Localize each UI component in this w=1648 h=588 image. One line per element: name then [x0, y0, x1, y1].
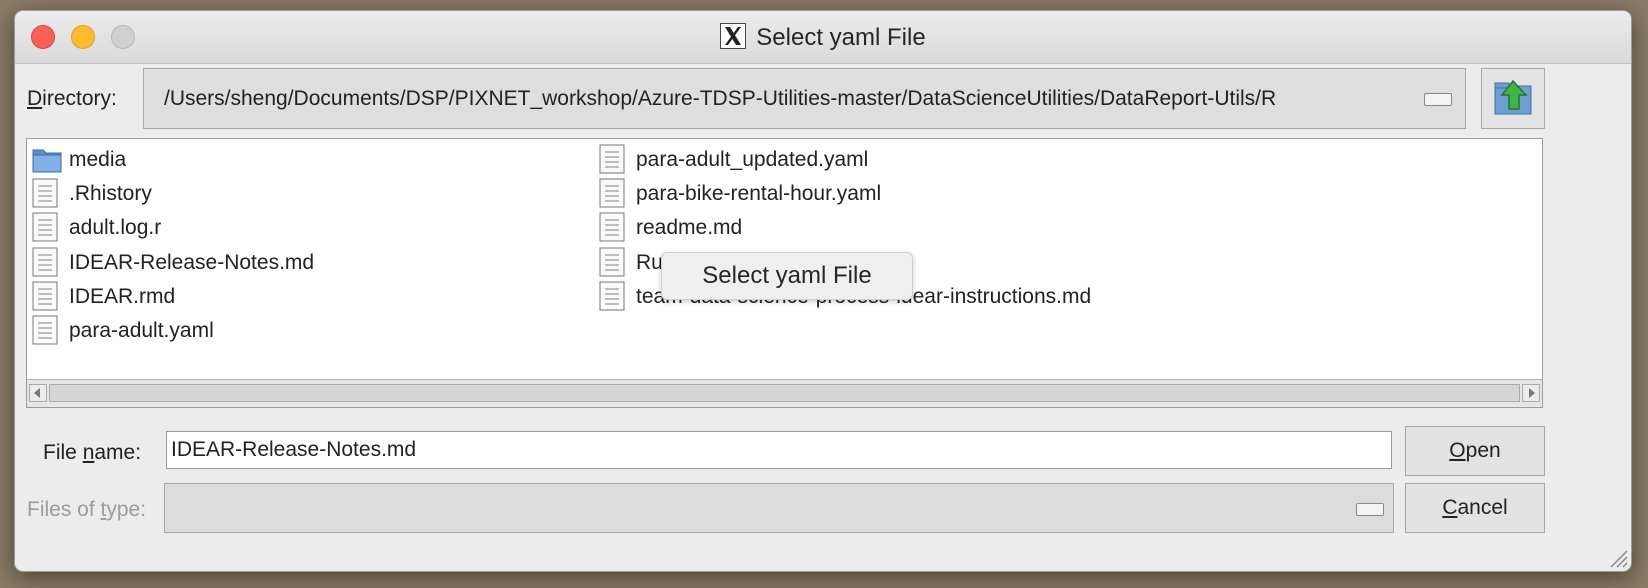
x11-app-icon — [720, 23, 747, 49]
window-title: Select yaml File — [756, 24, 926, 51]
resize-grip-icon[interactable] — [1607, 547, 1629, 569]
file-icon — [31, 178, 59, 214]
window-title-group: Select yaml File — [15, 23, 1631, 52]
up-folder-button[interactable] — [1481, 68, 1545, 129]
file-name-label: File name: — [43, 441, 142, 464]
file-icon — [598, 144, 626, 180]
directory-path: /Users/sheng/Documents/DSP/PIXNET_worksh… — [164, 87, 1277, 110]
file-name: para-adult_updated.yaml — [636, 148, 869, 171]
file-icon — [598, 212, 626, 248]
folder-icon — [31, 144, 63, 180]
file-icon — [598, 247, 626, 283]
file-name: para-bike-rental-hour.yaml — [636, 182, 882, 206]
file-name: Ru — [636, 250, 663, 274]
open-button[interactable]: Open — [1405, 426, 1545, 476]
scroll-thumb[interactable] — [49, 384, 1520, 402]
title-tooltip: Select yaml File — [661, 252, 913, 300]
file-name-field[interactable] — [166, 431, 1392, 469]
file-icon — [31, 315, 59, 351]
title-bar[interactable]: Select yaml File — [15, 11, 1631, 64]
directory-dropdown-button[interactable] — [1424, 93, 1452, 106]
file-name: IDEAR.rmd — [69, 284, 176, 308]
file-name: .Rhistory — [69, 182, 152, 206]
files-of-type-combobox[interactable] — [164, 483, 1394, 533]
scroll-right-button[interactable] — [1522, 384, 1540, 402]
directory-label: Directory: — [27, 87, 117, 110]
file-icon — [31, 247, 59, 283]
file-name: adult.log.r — [69, 216, 162, 240]
file-icon — [31, 212, 59, 248]
file-name: para-adult.yaml — [69, 319, 214, 342]
cancel-button[interactable]: Cancel — [1405, 483, 1545, 533]
horizontal-scrollbar[interactable] — [27, 379, 1542, 407]
up-folder-icon — [1494, 79, 1532, 115]
file-icon — [31, 281, 59, 317]
file-name: readme.md — [636, 216, 743, 240]
file-name: IDEAR-Release-Notes.md — [69, 250, 315, 274]
directory-combobox[interactable]: /Users/sheng/Documents/DSP/PIXNET_worksh… — [143, 68, 1466, 129]
file-name: media — [69, 148, 127, 171]
file-chooser-window: Select yaml File Directory: /Users/sheng… — [14, 10, 1632, 572]
files-of-type-label: Files of type: — [27, 498, 147, 521]
file-icon — [598, 178, 626, 214]
file-icon — [598, 281, 626, 317]
files-of-type-dropdown-button[interactable] — [1356, 503, 1384, 516]
scroll-left-button[interactable] — [29, 384, 47, 402]
